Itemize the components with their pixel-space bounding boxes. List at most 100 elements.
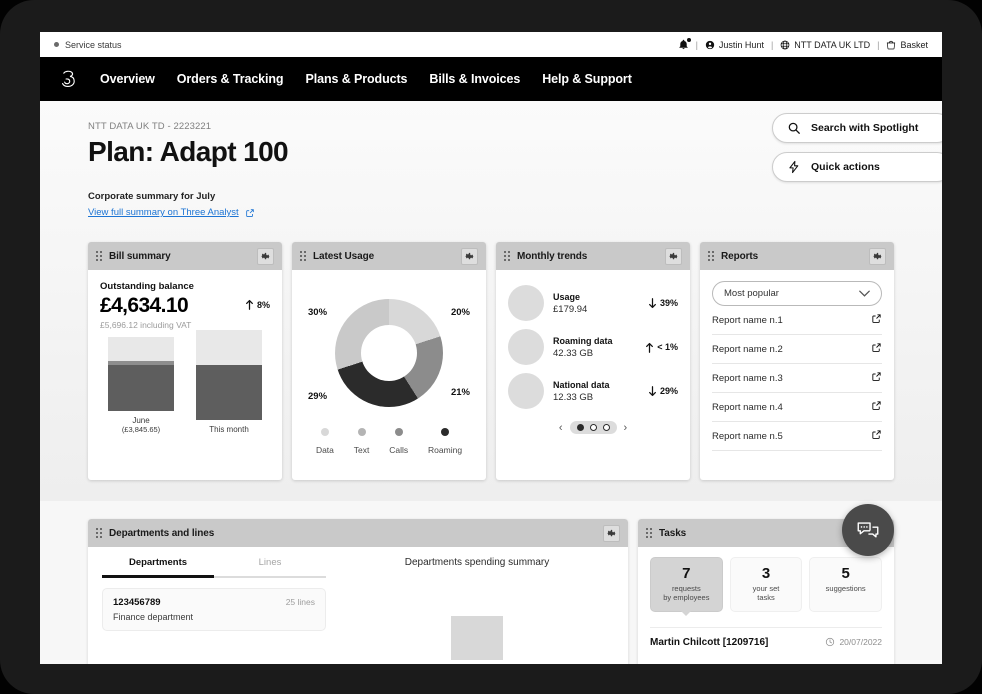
task-tile-your-set-tasks[interactable]: 3 your set tasks	[729, 557, 803, 612]
basket-button[interactable]: Basket	[886, 40, 928, 50]
lightning-icon	[789, 160, 799, 174]
nav-link-help-support[interactable]: Help & Support	[542, 72, 632, 86]
report-row-2[interactable]: Report name n.2	[712, 335, 882, 364]
report-row-4[interactable]: Report name n.4	[712, 393, 882, 422]
gear-icon[interactable]	[869, 247, 886, 265]
status-dot-icon	[54, 42, 59, 47]
card-title-tasks: Tasks	[659, 527, 687, 539]
gear-icon[interactable]	[665, 247, 682, 265]
carousel-next-button[interactable]: ›	[624, 422, 628, 434]
separator-1: |	[695, 39, 698, 50]
trend-delta-national-data: 29%	[648, 385, 678, 397]
trend-value-usage: £179.94	[553, 303, 588, 315]
carousel-dot-3[interactable]	[602, 424, 610, 431]
quick-actions-label: Quick actions	[811, 161, 880, 173]
card-header-reports: Reports	[700, 242, 894, 270]
task-tile-requests-count: 7	[682, 565, 691, 582]
donut-label-calls: 21%	[450, 387, 470, 398]
card-latest-usage: Latest Usage 30% 20% 21% 29% Data Text C…	[292, 242, 486, 480]
tab-departments[interactable]: Departments	[102, 557, 214, 578]
external-link-icon	[245, 208, 254, 217]
gear-icon[interactable]	[461, 247, 478, 265]
drag-handle-icon[interactable]	[646, 528, 652, 538]
usage-legend: Data Text Calls Roaming	[304, 428, 474, 458]
trend-value-national-data: 12.33 GB	[553, 391, 594, 403]
usage-donut-chart: 30% 20% 21% 29%	[304, 285, 474, 420]
department-list-item[interactable]: 123456789 25 lines Finance department	[102, 588, 326, 631]
quick-actions-button[interactable]: Quick actions	[772, 152, 942, 182]
legend-swatch-text	[357, 428, 366, 436]
task-list-item[interactable]: Martin Chilcott [1209716] 20/07/2022	[650, 626, 882, 648]
drag-handle-icon[interactable]	[96, 251, 102, 261]
nav-link-orders-tracking[interactable]: Orders & Tracking	[177, 72, 284, 86]
department-name: Finance department	[113, 612, 194, 622]
departments-spending-chart: Departments spending summary	[326, 547, 628, 664]
gear-icon[interactable]	[257, 247, 274, 265]
carousel-dot-1[interactable]	[576, 424, 584, 431]
trend-value-roaming-data: 42.33 GB	[553, 347, 594, 359]
drag-handle-icon[interactable]	[96, 528, 102, 538]
nav-link-overview[interactable]: Overview	[100, 72, 155, 86]
card-monthly-trends: Monthly trends Usage £179.94 39% Roaming…	[496, 242, 690, 480]
browser-viewport: Service status | Justin Hunt | NTT DATA …	[40, 32, 942, 664]
card-body-reports: Most popular Report name n.1 Report name…	[700, 270, 894, 480]
notification-badge	[686, 38, 691, 42]
three-logo-icon[interactable]	[54, 64, 84, 94]
card-header-bill-summary: Bill summary	[88, 242, 282, 270]
nav-link-plans-products[interactable]: Plans & Products	[305, 72, 407, 86]
gear-icon[interactable]	[603, 524, 620, 542]
view-full-summary-link[interactable]: View full summary on Three Analyst	[88, 207, 255, 218]
carousel-dot-2[interactable]	[589, 424, 597, 431]
arrow-up-icon	[646, 342, 654, 353]
trend-avatar-icon	[508, 373, 544, 409]
external-link-icon[interactable]	[871, 371, 882, 385]
external-link-icon[interactable]	[871, 313, 882, 327]
nav-links: Overview Orders & Tracking Plans & Produ…	[100, 72, 632, 86]
legend-swatch-roaming	[441, 428, 450, 436]
card-reports: Reports Most popular Report name n.1 Rep…	[700, 242, 894, 480]
task-tile-suggestions[interactable]: 5 suggestions	[809, 557, 883, 612]
legend-item-roaming: Roaming	[428, 428, 462, 458]
user-menu[interactable]: Justin Hunt	[705, 40, 764, 50]
reports-filter-select[interactable]: Most popular	[712, 281, 882, 306]
separator-2: |	[770, 39, 774, 50]
drag-handle-icon[interactable]	[504, 251, 510, 261]
trend-row-roaming-data: Roaming data 42.33 GB < 1%	[508, 325, 678, 369]
task-tile-your-set-tasks-label: your set tasks	[752, 584, 780, 603]
trend-name-usage: Usage	[553, 291, 581, 302]
card-bill-summary: Bill summary Outstanding balance £4,634.…	[88, 242, 282, 480]
external-link-icon[interactable]	[871, 429, 882, 443]
donut-label-roaming: 29%	[308, 391, 328, 402]
tab-lines[interactable]: Lines	[214, 557, 326, 578]
spending-bar-1	[451, 616, 503, 660]
report-row-3[interactable]: Report name n.3	[712, 364, 882, 393]
carousel-prev-button[interactable]: ‹	[559, 422, 563, 434]
report-label-5: Report name n.5	[712, 430, 783, 442]
trends-carousel-pager: ‹ ›	[508, 421, 678, 434]
trend-delta-roaming-data: < 1%	[645, 342, 678, 353]
search-with-spotlight-label: Search with Spotlight	[811, 122, 919, 134]
card-body-latest-usage: 30% 20% 21% 29% Data Text Calls Roaming	[292, 270, 486, 480]
report-label-2: Report name n.2	[712, 343, 783, 355]
service-status[interactable]: Service status	[54, 40, 122, 50]
nav-link-bills-invoices[interactable]: Bills & Invoices	[429, 72, 520, 86]
basket-label: Basket	[900, 39, 928, 50]
task-date: 20/07/2022	[825, 637, 882, 647]
report-label-1: Report name n.1	[712, 314, 783, 326]
drag-handle-icon[interactable]	[708, 251, 714, 261]
report-row-1[interactable]: Report name n.1	[712, 306, 882, 335]
search-with-spotlight-button[interactable]: Search with Spotlight	[772, 113, 942, 143]
external-link-icon[interactable]	[871, 400, 882, 414]
trend-delta-value-national-data: 29%	[659, 386, 678, 396]
task-tile-requests[interactable]: 7 requests by employees	[650, 557, 723, 616]
chat-bubbles-icon[interactable]	[842, 504, 894, 556]
balance-including-vat: £5,696.12 including VAT	[100, 320, 192, 330]
external-link-icon[interactable]	[871, 342, 882, 356]
bell-icon[interactable]	[678, 38, 691, 50]
drag-handle-icon[interactable]	[300, 251, 306, 261]
organisation-menu[interactable]: NTT DATA UK LTD	[780, 40, 870, 50]
trend-row-usage: Usage £179.94 39%	[508, 281, 678, 325]
legend-label-calls: Calls	[389, 445, 409, 455]
report-row-5[interactable]: Report name n.5	[712, 422, 882, 451]
bar-june-label: June	[132, 416, 150, 425]
